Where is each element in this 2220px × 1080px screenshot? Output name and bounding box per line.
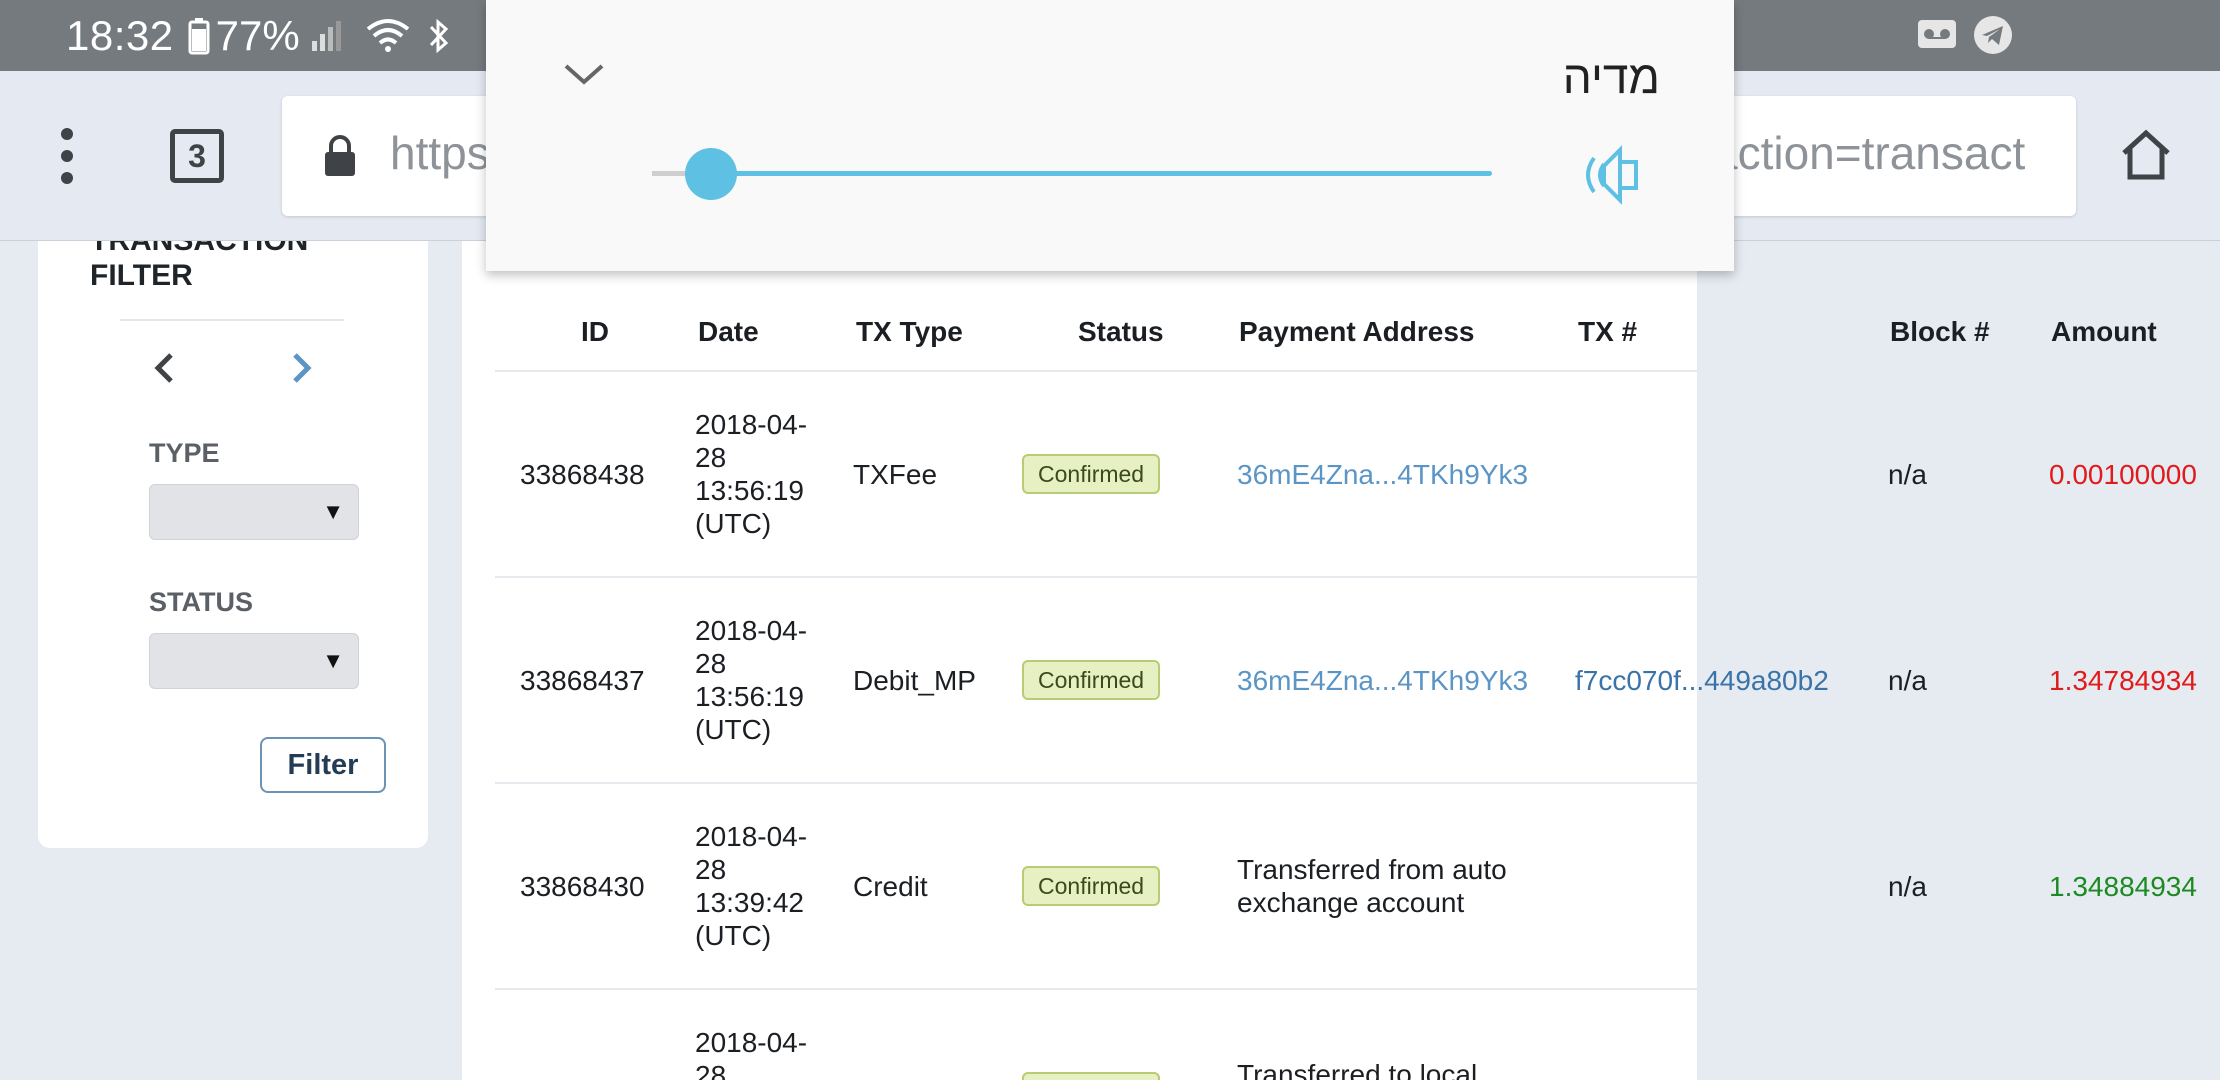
header-amount[interactable]: Amount xyxy=(2051,316,2157,348)
cell-tx-type: TXFee xyxy=(853,459,938,490)
cell-id: 33868430 xyxy=(520,871,645,902)
voicemail-icon xyxy=(1916,14,1960,64)
cell-id: 33868438 xyxy=(520,459,645,490)
home-icon[interactable] xyxy=(2118,127,2174,188)
tabs-button[interactable]: 3 xyxy=(170,129,224,183)
cell-payment-note: Transferred to local xyxy=(1237,1059,1478,1080)
payment-address-link[interactable]: 36mE4Zna...4TKh9Yk3 xyxy=(1237,458,1528,491)
telegram-icon xyxy=(1972,14,2014,66)
wifi-icon xyxy=(364,17,412,55)
cell-amount: 1.34884934 xyxy=(2049,871,2197,902)
battery-icon xyxy=(188,17,210,55)
menu-icon[interactable] xyxy=(52,126,82,186)
chevron-left-icon[interactable] xyxy=(152,351,176,390)
tx-hash-link[interactable]: f7cc070f...449a80b2 xyxy=(1575,664,1829,697)
url-text-end: action=transact xyxy=(1712,127,2026,179)
row-divider xyxy=(495,782,1697,784)
header-tx-type[interactable]: TX Type xyxy=(856,316,963,348)
volume-slider-thumb[interactable] xyxy=(684,148,737,200)
status-badge: Confirmed xyxy=(1022,1072,1161,1080)
battery-percent: 77% xyxy=(215,11,300,59)
status-badge: Confirmed xyxy=(1022,866,1161,906)
status-badge: Confirmed xyxy=(1022,454,1161,494)
signal-icon xyxy=(310,19,350,53)
chevron-right-icon[interactable] xyxy=(290,351,314,390)
bluetooth-icon xyxy=(426,17,452,55)
header-block[interactable]: Block # xyxy=(1890,316,1990,348)
header-payment-address[interactable]: Payment Address xyxy=(1239,316,1475,348)
cell-payment-note: Transferred from auto exchange account xyxy=(1237,854,1507,918)
filter-divider xyxy=(120,319,344,321)
transaction-filter-panel: TRANSACTION FILTER TYPE ▼ STATUS ▼ Filte… xyxy=(38,241,428,848)
cell-block: n/a xyxy=(1888,459,1927,490)
header-tx-hash[interactable]: TX # xyxy=(1578,316,1637,348)
cell-date: 2018-04-28 xyxy=(695,1027,808,1080)
row-divider xyxy=(495,988,1697,990)
media-volume-popup: מדיה xyxy=(486,0,1734,271)
cell-date: 2018-04-28 13:39:42 (UTC) xyxy=(695,821,808,951)
row-divider xyxy=(495,370,1697,372)
speaker-icon[interactable] xyxy=(1576,140,1652,215)
dropdown-caret-icon: ▼ xyxy=(322,648,344,673)
status-select[interactable]: ▼ xyxy=(149,633,359,689)
dropdown-caret-icon: ▼ xyxy=(322,499,344,524)
cell-amount: 0.00100000 xyxy=(2049,459,2197,490)
cell-id: 33868437 xyxy=(520,665,645,696)
filter-button[interactable]: Filter xyxy=(260,737,386,793)
cell-date: 2018-04-28 13:56:19 (UTC) xyxy=(695,409,808,539)
cell-tx-type: Debit_MP xyxy=(853,665,976,696)
cell-tx-type: Credit xyxy=(853,871,928,902)
payment-address-link[interactable]: 36mE4Zna...4TKh9Yk3 xyxy=(1237,664,1528,697)
status-time: 18:32 xyxy=(66,11,174,59)
cell-amount: 1.34784934 xyxy=(2049,665,2197,696)
volume-slider-track[interactable] xyxy=(652,171,1492,176)
header-status[interactable]: Status xyxy=(1078,316,1164,348)
status-badge: Confirmed xyxy=(1022,660,1161,700)
lock-icon xyxy=(322,134,358,183)
type-select[interactable]: ▼ xyxy=(149,484,359,540)
header-id[interactable]: ID xyxy=(581,316,609,348)
chevron-down-icon[interactable] xyxy=(562,60,606,93)
row-divider xyxy=(495,576,1697,578)
table-header: ID Date TX Type Status Payment Address T… xyxy=(495,296,2220,372)
status-label: STATUS xyxy=(149,587,253,617)
url-text-start: https xyxy=(390,127,490,179)
volume-label: מדיה xyxy=(1562,51,1660,103)
cell-block: n/a xyxy=(1888,665,1927,696)
filter-title: TRANSACTION FILTER xyxy=(90,241,308,292)
type-label: TYPE xyxy=(149,438,220,468)
header-date[interactable]: Date xyxy=(698,316,759,348)
cell-date: 2018-04-28 13:56:19 (UTC) xyxy=(695,615,808,745)
cell-block: n/a xyxy=(1888,871,1927,902)
